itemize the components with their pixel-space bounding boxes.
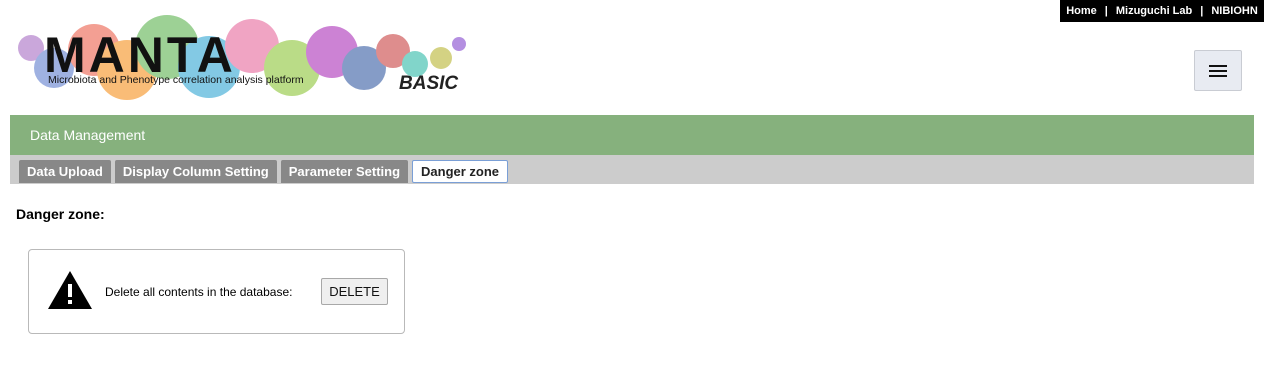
hamburger-menu-button[interactable]: [1194, 50, 1242, 91]
nibiohn-link[interactable]: NIBIOHN: [1211, 5, 1257, 17]
tab-data-upload[interactable]: Data Upload: [19, 160, 111, 183]
section-header: Data Management: [10, 115, 1254, 155]
nav-separator: |: [1104, 5, 1108, 17]
manta-logo[interactable]: MANTA Microbiota and Phenotype correlati…: [12, 12, 482, 104]
top-navigation: Home | Mizuguchi Lab | NIBIOHN: [1060, 0, 1264, 22]
section-title: Data Management: [30, 127, 146, 143]
warning-icon: [48, 271, 92, 309]
tab-display-column-setting[interactable]: Display Column Setting: [114, 160, 277, 183]
lab-link[interactable]: Mizuguchi Lab: [1116, 5, 1192, 17]
home-link[interactable]: Home: [1066, 5, 1097, 17]
danger-panel: Delete all contents in the database: DEL…: [28, 249, 405, 334]
menu-icon-line: [1209, 64, 1227, 67]
logo-edition: BASIC: [399, 73, 458, 94]
delete-button[interactable]: DELETE: [321, 278, 388, 305]
tab-danger-zone[interactable]: Danger zone: [412, 160, 509, 183]
menu-icon-line: [1209, 69, 1227, 72]
tab-bar: Data Upload Display Column Setting Param…: [10, 155, 1254, 184]
logo-subtitle: Microbiota and Phenotype correlation ana…: [48, 74, 304, 86]
nav-separator: |: [1200, 5, 1204, 17]
tab-parameter-setting[interactable]: Parameter Setting: [280, 160, 409, 183]
delete-description: Delete all contents in the database:: [105, 285, 293, 299]
page-heading: Danger zone:: [16, 206, 105, 222]
menu-icon-line: [1209, 74, 1227, 77]
